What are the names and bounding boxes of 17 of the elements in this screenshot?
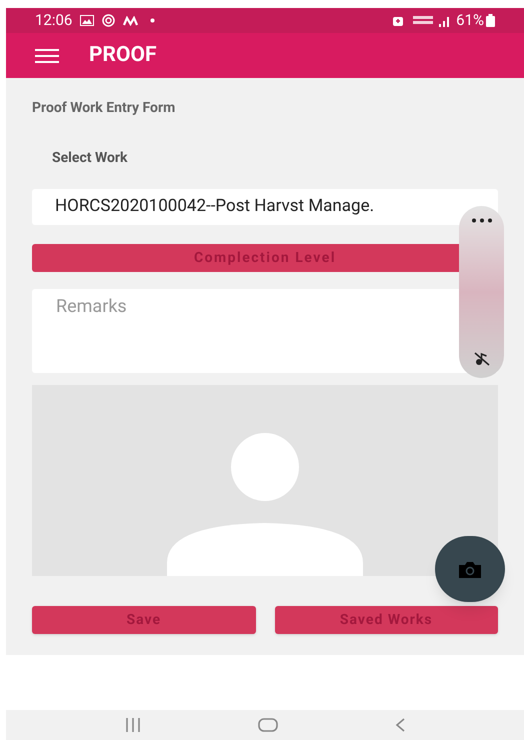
- work-dropdown[interactable]: HORCS2020100042--Post Harvst Manage.: [32, 189, 498, 225]
- more-icon[interactable]: [470, 218, 492, 223]
- app-title: PROOF: [89, 42, 156, 69]
- battery-percent: 61%: [456, 10, 484, 32]
- select-work-label: Select Work: [52, 149, 129, 168]
- menu-icon[interactable]: [35, 48, 59, 62]
- back-icon[interactable]: [395, 718, 406, 732]
- status-time: 12:06: [35, 10, 72, 32]
- home-icon[interactable]: [258, 718, 278, 732]
- gallery-icon: [80, 15, 94, 26]
- dot-icon: [150, 18, 156, 23]
- mute-music-icon[interactable]: [474, 352, 490, 366]
- m-logo-icon: [123, 16, 138, 26]
- camera-icon: [459, 560, 481, 578]
- recent-apps-icon[interactable]: [124, 718, 141, 732]
- form-title: Proof Work Entry Form: [32, 99, 176, 118]
- battery-icon: [486, 14, 495, 27]
